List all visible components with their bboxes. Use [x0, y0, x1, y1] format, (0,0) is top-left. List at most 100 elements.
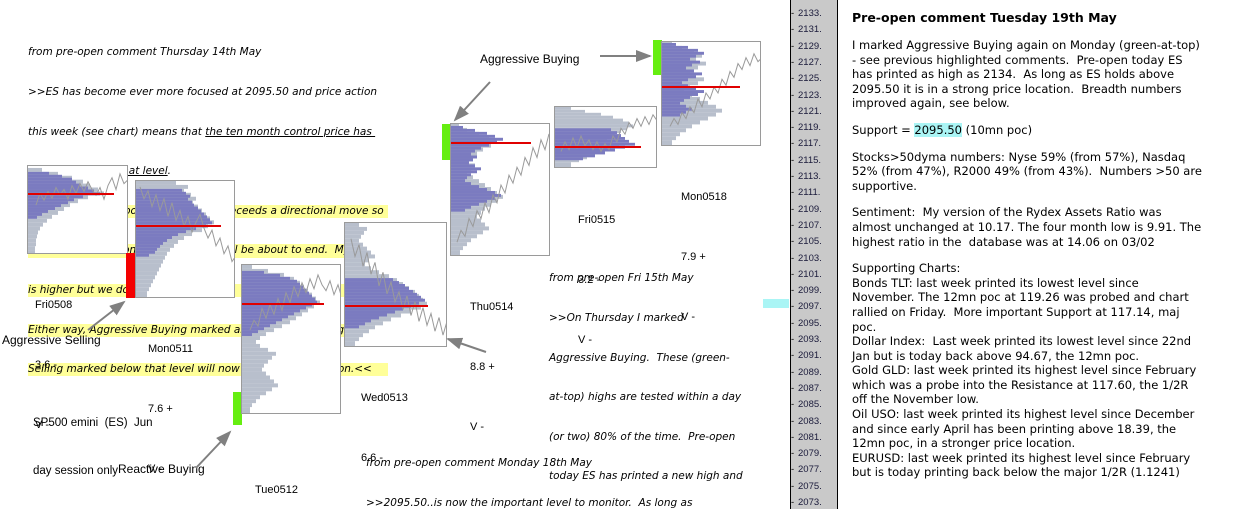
tick-dash: - [791, 154, 795, 166]
tick-label: 2133. [798, 8, 822, 19]
tick-label: 2105. [798, 236, 822, 248]
price-tick: -2097. [791, 301, 839, 313]
comment-support-line: Support = 2095.50 (10mn poc) [852, 122, 1224, 138]
tick-dash: - [791, 122, 795, 134]
price-tick: -2111. [791, 187, 839, 199]
price-tick: -2099. [791, 285, 839, 297]
support-value: 2095.50 [914, 122, 962, 137]
price-tick: -2095. [791, 318, 839, 330]
price-tick: -2105. [791, 236, 839, 248]
price-axis[interactable]: -2133. -2131. -2129. -2127. -2125. -2123. -212… [763, 0, 839, 509]
tick-label: 2081. [798, 431, 822, 443]
callout-arrows [87, 50, 652, 469]
comment-paragraph-intro: I marked Aggressive Buying again on Mond… [852, 38, 1200, 111]
tick-label: 2123. [798, 89, 822, 101]
chart-pane: from pre-open comment Thursday 14th May … [0, 0, 790, 509]
comment-paragraph-breadth: Stocks>50dyma numbers: Nyse 59% (from 57… [852, 149, 1202, 193]
arrow-wed0513 [446, 337, 487, 353]
tick-label: 2097. [798, 301, 822, 313]
tick-label: 2107. [798, 219, 822, 231]
arrow-aggressive-buying-thu [453, 81, 491, 122]
comment-supporting-eurusd: EURUSD: last week printed its highest le… [852, 450, 1191, 480]
tick-label: 2079. [798, 448, 822, 460]
tick-dash: - [791, 382, 795, 394]
price-tick: -2079. [791, 448, 839, 460]
price-tick: -2129. [791, 41, 839, 53]
tick-dash: - [791, 448, 795, 460]
comment-supporting-gold: Gold GLD: last week printed its highest … [852, 363, 1197, 407]
tick-label: 2101. [798, 268, 822, 280]
comment-supporting-oil: Oil USO: last week printed its highest l… [852, 407, 1195, 451]
price-tick: -2093. [791, 334, 839, 346]
tick-dash: - [791, 8, 795, 19]
tick-dash: - [791, 171, 795, 182]
tick-dash: - [791, 24, 795, 36]
price-tick: -2075. [791, 481, 839, 493]
price-tick: -2107. [791, 220, 839, 232]
price-tick: -2119. [791, 122, 839, 134]
tick-dash: - [791, 464, 795, 476]
tick-dash: - [791, 497, 795, 508]
price-tick: -2101. [791, 269, 839, 281]
tick-dash: - [791, 138, 795, 150]
tick-label: 2119. [798, 122, 822, 134]
tick-dash: - [791, 203, 795, 215]
tick-label: 2117. [798, 138, 822, 150]
tick-label: 2095. [798, 317, 822, 329]
tick-dash: - [791, 105, 795, 117]
price-tick: -2085. [791, 399, 839, 411]
comment-supporting-charts-head: Supporting Charts: [852, 261, 961, 276]
tick-label: 2125. [798, 73, 822, 85]
price-tick: -2131. [791, 24, 839, 36]
tick-label: 2087. [798, 382, 822, 394]
price-tick: -2125. [791, 73, 839, 85]
tick-dash: - [791, 56, 795, 68]
tick-dash: - [791, 431, 795, 443]
tick-label: 2073. [798, 497, 822, 508]
price-tick: -2133. [791, 8, 839, 20]
tick-dash: - [791, 317, 795, 329]
arrow-aggressive-selling [87, 300, 126, 331]
tick-label: 2091. [798, 350, 822, 362]
arrow-reactive-buying [195, 430, 232, 469]
support-level-marker [763, 299, 789, 308]
tick-label: 2121. [798, 105, 822, 117]
tick-dash: - [791, 236, 795, 248]
tick-dash: - [791, 268, 795, 280]
price-tick: -2083. [791, 416, 839, 428]
price-tick: -2081. [791, 432, 839, 444]
tick-dash: - [791, 73, 795, 85]
tick-label: 2103. [798, 252, 822, 264]
tick-dash: - [791, 40, 795, 52]
tick-dash: - [791, 334, 795, 345]
tick-label: 2089. [798, 366, 822, 378]
tick-dash: - [791, 480, 795, 492]
price-tick: -2089. [791, 367, 839, 379]
price-tick: -2123. [791, 90, 839, 102]
price-tick: -2087. [791, 383, 839, 395]
tick-dash: - [791, 366, 795, 378]
price-tick: -2091. [791, 350, 839, 362]
comment-supporting-dollar: Dollar Index: Last week printed its lowe… [852, 334, 1192, 363]
tick-label: 2109. [798, 203, 822, 215]
price-tick: -2113. [791, 171, 839, 183]
price-tick: -2103. [791, 253, 839, 265]
comment-supporting-bonds: Bonds TLT: last week printed its lowest … [852, 275, 1189, 334]
comment-paragraph-sentiment: Sentiment: My version of the Rydex Asset… [852, 205, 1202, 249]
price-tick: -2077. [791, 464, 839, 476]
price-tick: -2117. [791, 138, 839, 150]
tick-dash: - [791, 285, 795, 297]
tick-label: 2085. [798, 399, 822, 411]
comment-pane: Pre-open comment Tuesday 19th May I mark… [838, 0, 1234, 509]
tick-label: 2115. [798, 154, 822, 166]
price-tick: -2115. [791, 155, 839, 167]
tick-dash: - [791, 89, 795, 101]
support-label: Support = [852, 122, 915, 137]
tick-label: 2129. [798, 40, 822, 52]
price-tick: -2073. [791, 497, 839, 509]
tick-dash: - [791, 415, 795, 427]
tick-dash: - [791, 399, 795, 411]
tick-label: 2111. [798, 187, 821, 199]
tick-dash: - [791, 252, 795, 264]
price-tick: -2121. [791, 106, 839, 118]
